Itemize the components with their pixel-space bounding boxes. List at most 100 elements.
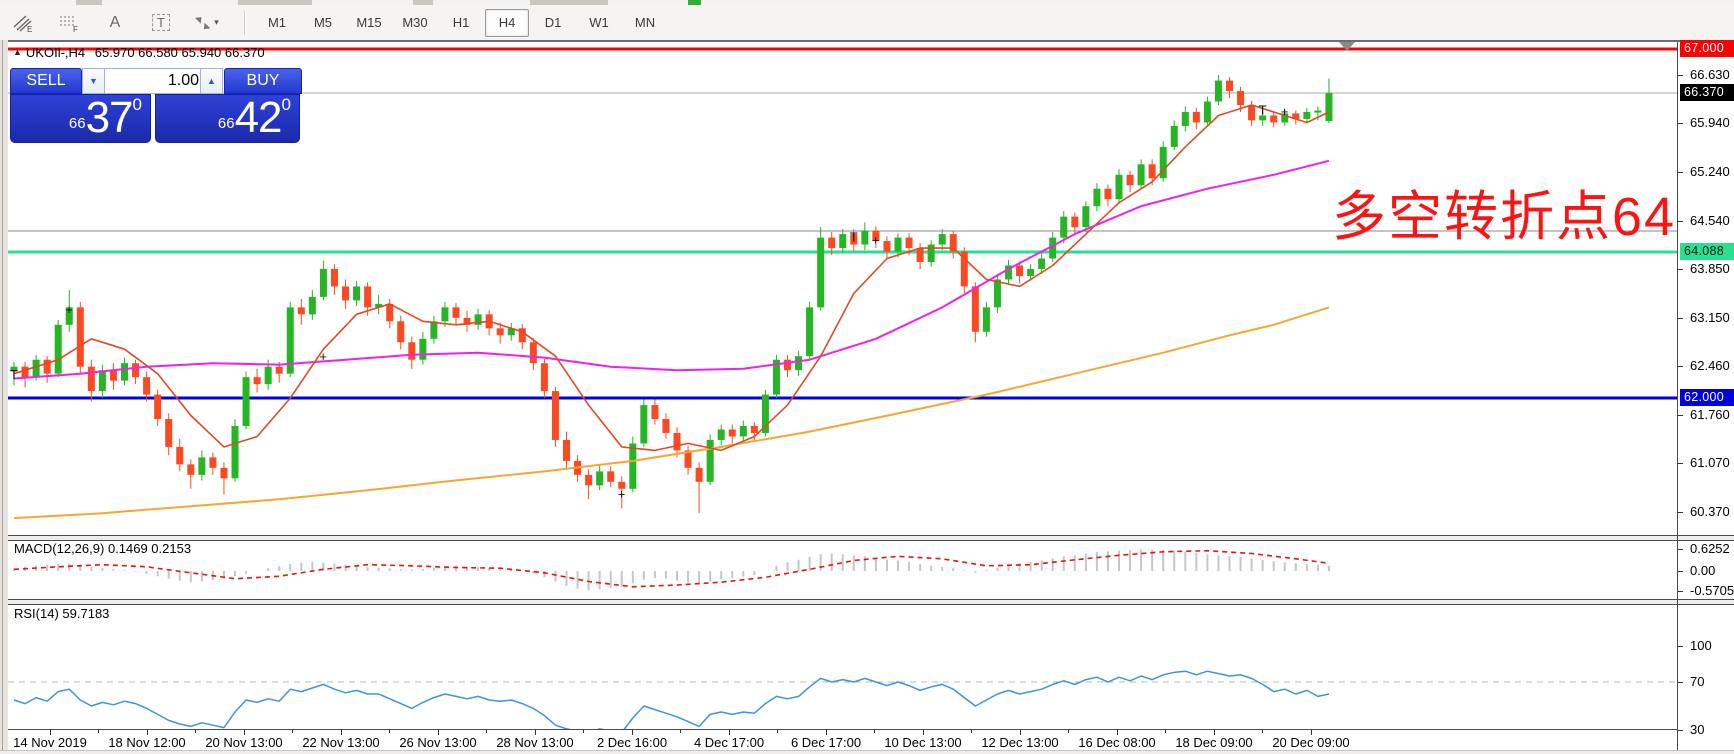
candle-body	[1027, 268, 1035, 276]
candle-body	[54, 324, 62, 374]
timeframe-button-h1[interactable]: H1	[439, 9, 483, 37]
rsi-chart[interactable]	[8, 603, 1677, 729]
fibonacci-grid-icon[interactable]: F	[47, 9, 91, 37]
volume-input[interactable]: 1.00	[104, 68, 206, 94]
timeframe-button-m1[interactable]: M1	[255, 9, 299, 37]
chart-text-annotation[interactable]: 多空转折点64	[1332, 172, 1676, 251]
time-tick-minor	[486, 730, 487, 733]
candle-body	[1192, 111, 1200, 123]
timeframe-button-d1[interactable]: D1	[531, 9, 575, 37]
candle-body	[154, 394, 162, 420]
chart-object-mark[interactable]: T	[1259, 103, 1267, 118]
time-axis[interactable]: 14 Nov 2019 18 Nov 12:00 20 Nov 13:00 22 No…	[8, 729, 1677, 751]
timeframe-button-m5[interactable]: M5	[301, 9, 345, 37]
equidistant-channel-icon[interactable]: E	[1, 9, 45, 37]
candle-body	[529, 342, 537, 364]
time-axis-label: 12 Dec 13:00	[981, 735, 1059, 750]
time-axis-label: 6 Dec 17:00	[790, 735, 862, 750]
time-tick-minor	[98, 730, 99, 733]
chart-object-mark[interactable]: +	[319, 349, 327, 364]
chart-object-mark[interactable]: +	[618, 486, 626, 501]
chart-object-mark[interactable]: +	[1281, 104, 1289, 119]
time-tick-minor	[1165, 730, 1166, 733]
price-badge-64.088: 64.088	[1680, 243, 1734, 260]
ma_mid-line	[13, 159, 1330, 380]
price-tick-mark	[1677, 269, 1683, 270]
time-axis-label: 20 Dec 09:00	[1272, 735, 1350, 750]
sell-quote-panel[interactable]: 66370	[10, 94, 151, 143]
timeframe-button-mn[interactable]: MN	[623, 9, 667, 37]
price-tick-mark	[1677, 415, 1683, 416]
candle-body	[87, 366, 95, 392]
candle-body	[187, 464, 195, 475]
time-tick-minor	[292, 730, 293, 733]
time-axis-label: 26 Nov 13:00	[399, 735, 477, 750]
macd-panel[interactable]: MACD(12,26,9) 0.1469 0.2153 0.6252 0.00 -0…	[8, 539, 1734, 599]
candle-body	[1148, 164, 1156, 179]
time-axis-label: 16 Dec 08:00	[1078, 735, 1156, 750]
chart-symbol-header: ▲ UKOIl-,H4 65.970 66.580 65.940 66.370	[13, 45, 265, 60]
text-box-icon[interactable]: T	[139, 9, 183, 37]
candle-body	[673, 432, 681, 451]
candle-body	[540, 363, 548, 392]
chart-object-mark[interactable]: T	[10, 367, 18, 382]
candle-body	[198, 457, 206, 475]
timeframe-button-m30[interactable]: M30	[393, 9, 437, 37]
candle-body	[1270, 115, 1278, 123]
buy-price-sup: 0	[281, 95, 291, 114]
candle-body	[905, 237, 913, 249]
candle-body	[109, 370, 117, 381]
one-click-trading-widget: SELL ▼ 1.00 ▲ BUY 66370 66420	[10, 66, 302, 144]
candle-body	[739, 425, 747, 437]
main-chart-panel[interactable]: T + + + T + T + ▲ UKOIl-,H4 65.970 66.580 65.940…	[8, 42, 1734, 535]
line-studies-toolbar: E F A T ▾ M1 M5 M15 M30 H1 H4 D1 W1 MN	[0, 5, 1734, 41]
candle-body	[551, 391, 559, 440]
candle-body	[1038, 258, 1046, 269]
chart-object-mark[interactable]: +	[872, 232, 880, 247]
buy-price-prefix: 66	[217, 115, 235, 132]
candle-body	[640, 405, 648, 444]
mt4-terminal: E F A T ▾ M1 M5 M15 M30 H1 H4 D1 W1 MN T + + + T + T +	[0, 0, 1734, 754]
candle-body	[1248, 105, 1256, 121]
candle-body	[828, 237, 836, 249]
candle-body	[364, 286, 372, 308]
candle-body	[397, 321, 405, 343]
candle-body	[971, 286, 979, 332]
macd-chart[interactable]	[8, 539, 1677, 599]
window-collapse-icon[interactable]: ▲	[13, 47, 22, 57]
candle-body	[993, 279, 1001, 308]
candle-body	[585, 474, 593, 486]
sell-price-prefix: 66	[68, 115, 86, 132]
candle-body	[1137, 164, 1145, 186]
time-tick-minor	[680, 730, 681, 733]
buy-button[interactable]: BUY	[224, 68, 302, 94]
time-axis-label: 28 Nov 13:00	[496, 735, 574, 750]
candle-body	[563, 439, 570, 461]
timeframe-button-m15[interactable]: M15	[347, 9, 391, 37]
candle-body	[596, 471, 604, 486]
candle-body	[1314, 110, 1322, 113]
candle-body	[927, 244, 935, 263]
candle-body	[817, 237, 825, 308]
time-tick-minor	[195, 730, 196, 733]
sell-button[interactable]: SELL	[10, 68, 82, 94]
chart-shift-marker[interactable]	[1339, 42, 1355, 51]
timeframe-button-h4[interactable]: H4	[485, 8, 529, 37]
volume-decrease-button[interactable]: ▼	[82, 68, 105, 94]
bottom-strip	[0, 750, 1734, 754]
volume-increase-button[interactable]: ▲	[200, 68, 223, 94]
chart-object-mark[interactable]: +	[65, 302, 73, 317]
sell-price-big: 37	[85, 93, 134, 142]
text-label-icon[interactable]: A	[93, 9, 137, 37]
candle-body	[353, 286, 361, 301]
time-tick-minor	[1262, 730, 1263, 733]
candle-body	[717, 429, 725, 440]
ma_slow-line	[13, 306, 1330, 520]
rsi-panel[interactable]: RSI(14) 59.7183 10070300	[8, 603, 1734, 737]
buy-quote-panel[interactable]: 66420	[155, 94, 300, 143]
chart-object-mark[interactable]: T	[850, 230, 858, 245]
candle-body	[894, 237, 902, 252]
timeframe-button-w1[interactable]: W1	[577, 9, 621, 37]
price-tick-label: 65.240	[1690, 164, 1730, 179]
arrow-objects-icon[interactable]: ▾	[185, 9, 229, 37]
